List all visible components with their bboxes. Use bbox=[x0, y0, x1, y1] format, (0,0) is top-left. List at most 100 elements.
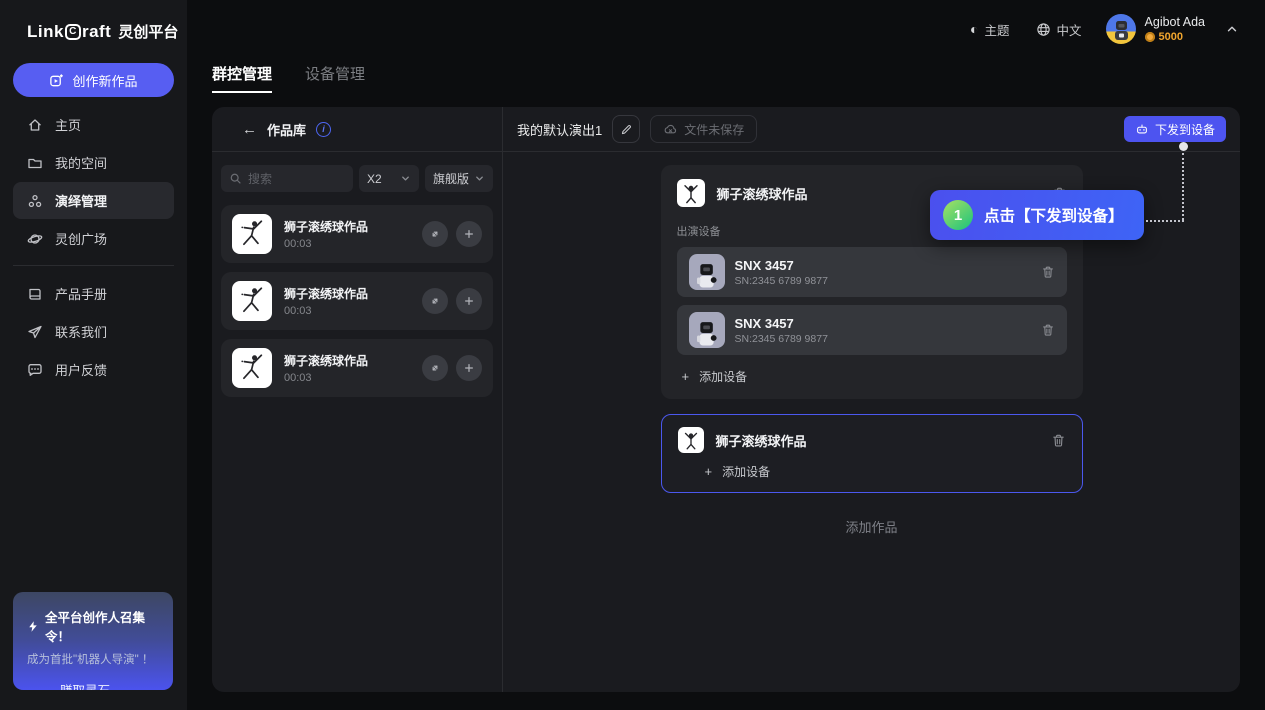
sidebar-item-manual[interactable]: 产品手册 bbox=[13, 275, 174, 312]
sidebar-item-label: 产品手册 bbox=[55, 284, 107, 303]
paper-plane-icon bbox=[27, 324, 43, 340]
sidebar-item-performance-mgmt[interactable]: 演绎管理 bbox=[13, 182, 174, 219]
expand-button[interactable] bbox=[422, 221, 448, 247]
main-tabs: 群控管理 设备管理 bbox=[212, 63, 365, 93]
brand-logo: LinkCraft 灵创平台 bbox=[0, 0, 187, 42]
search-box[interactable] bbox=[221, 165, 353, 192]
work-thumbnail bbox=[677, 179, 705, 207]
device-name: SNX 3457 bbox=[735, 258, 1041, 273]
add-to-stage-button[interactable] bbox=[456, 221, 482, 247]
device-row[interactable]: SNX 3457 SN:2345 6789 9877 bbox=[677, 305, 1067, 355]
work-info: 狮子滚绣球作品 00:03 bbox=[284, 218, 414, 250]
sidebar-item-label: 灵创广场 bbox=[55, 229, 107, 248]
chevron-down-icon bbox=[400, 173, 411, 184]
trash-icon[interactable] bbox=[1041, 323, 1055, 337]
edition-filter-dropdown[interactable]: 旗舰版 bbox=[425, 165, 493, 192]
language-label: 中文 bbox=[1057, 20, 1082, 39]
chat-bubble-icon bbox=[27, 362, 43, 378]
library-item[interactable]: 狮子滚绣球作品 00:03 bbox=[221, 272, 493, 330]
show-title: 我的默认演出1 bbox=[517, 120, 602, 139]
coin-balance: 5000 bbox=[1145, 31, 1205, 43]
sidebar-divider bbox=[13, 265, 174, 266]
globe-icon bbox=[1036, 22, 1051, 37]
add-to-stage-button[interactable] bbox=[456, 288, 482, 314]
connector-horizontal-line bbox=[1146, 220, 1184, 222]
work-title: 狮子滚绣球作品 bbox=[284, 352, 414, 369]
sidebar-item-home[interactable]: 主页 bbox=[13, 106, 174, 143]
add-device-button[interactable]: + 添加设备 bbox=[678, 463, 1066, 480]
sidebar-nav-main: 主页 我的空间 演绎管理 灵创广场 bbox=[0, 106, 187, 257]
create-work-button[interactable]: 创作新作品 bbox=[13, 63, 174, 97]
speed-filter-dropdown[interactable]: X2 bbox=[359, 165, 419, 192]
deploy-label: 下发到设备 bbox=[1155, 121, 1215, 138]
sidebar-item-label: 联系我们 bbox=[55, 322, 107, 341]
coin-icon bbox=[1145, 32, 1155, 42]
search-input[interactable] bbox=[248, 172, 338, 186]
brand-logo-text: LinkCraft bbox=[27, 22, 111, 42]
device-serial: SN:2345 6789 9877 bbox=[735, 333, 1041, 345]
work-duration: 00:03 bbox=[284, 305, 414, 317]
theme-label: 主题 bbox=[985, 20, 1010, 39]
tab-group-control[interactable]: 群控管理 bbox=[212, 63, 272, 93]
speed-filter-value: X2 bbox=[367, 172, 382, 186]
device-name: SNX 3457 bbox=[735, 316, 1041, 331]
video-create-icon bbox=[49, 73, 64, 88]
earn-gems-button[interactable]: 赚取灵石 → bbox=[13, 680, 173, 690]
app-root: LinkCraft 灵创平台 创作新作品 主页 bbox=[0, 0, 1265, 710]
library-item[interactable]: 狮子滚绣球作品 00:03 bbox=[221, 205, 493, 263]
edit-title-button[interactable] bbox=[612, 115, 640, 143]
language-switcher[interactable]: 中文 bbox=[1036, 20, 1082, 39]
sidebar-item-my-space[interactable]: 我的空间 bbox=[13, 144, 174, 181]
connector-dot bbox=[1179, 142, 1188, 151]
group-dots-icon bbox=[27, 193, 43, 209]
plus-icon: + bbox=[682, 369, 690, 384]
promo-subtitle: 成为首批"机器人导演" ！ bbox=[27, 651, 159, 667]
info-icon[interactable]: i bbox=[316, 122, 331, 137]
device-info: SNX 3457 SN:2345 6789 9877 bbox=[735, 258, 1041, 287]
add-device-label: 添加设备 bbox=[722, 463, 770, 480]
sidebar-item-contact[interactable]: 联系我们 bbox=[13, 313, 174, 350]
trash-icon[interactable] bbox=[1041, 265, 1055, 279]
device-avatar bbox=[689, 254, 725, 290]
book-icon bbox=[27, 286, 43, 302]
add-to-stage-button[interactable] bbox=[456, 355, 482, 381]
add-device-label: 添加设备 bbox=[699, 368, 747, 385]
tab-device-mgmt[interactable]: 设备管理 bbox=[305, 63, 365, 93]
sidebar-item-label: 用户反馈 bbox=[55, 360, 107, 379]
expand-button[interactable] bbox=[422, 288, 448, 314]
plus-icon: + bbox=[705, 464, 713, 479]
library-filters: X2 旗舰版 bbox=[212, 152, 502, 192]
sidebar-item-label: 主页 bbox=[55, 115, 81, 134]
expand-button[interactable] bbox=[422, 355, 448, 381]
planet-icon bbox=[27, 231, 43, 247]
sidebar-nav-secondary: 产品手册 联系我们 用户反馈 bbox=[0, 275, 187, 388]
back-arrow-icon[interactable]: ← bbox=[242, 121, 257, 138]
stage-work-card-selected[interactable]: 狮子滚绣球作品 + 添加设备 bbox=[661, 414, 1083, 493]
tooltip-text: 点击【下发到设备】 bbox=[984, 204, 1124, 226]
pencil-icon bbox=[620, 123, 633, 136]
robot-icon bbox=[1135, 122, 1149, 136]
work-title: 狮子滚绣球作品 bbox=[716, 431, 807, 450]
bolt-icon bbox=[27, 620, 39, 633]
device-avatar bbox=[689, 312, 725, 348]
brand-c-icon: C bbox=[65, 24, 81, 40]
add-device-button[interactable]: + 添加设备 bbox=[677, 368, 1067, 385]
work-title: 狮子滚绣球作品 bbox=[284, 285, 414, 302]
trash-icon[interactable] bbox=[1051, 433, 1066, 448]
user-avatar[interactable] bbox=[1106, 14, 1136, 44]
sidebar-item-plaza[interactable]: 灵创广场 bbox=[13, 220, 174, 257]
cloud-off-icon bbox=[663, 122, 678, 137]
brand-logo-cn: 灵创平台 bbox=[118, 21, 178, 42]
sidebar-item-feedback[interactable]: 用户反馈 bbox=[13, 351, 174, 388]
sidebar-item-label: 演绎管理 bbox=[55, 191, 107, 210]
deploy-to-device-button[interactable]: 下发到设备 bbox=[1124, 116, 1226, 142]
add-work-button[interactable]: 添加作品 bbox=[845, 517, 897, 536]
chevron-up-icon[interactable] bbox=[1225, 22, 1239, 36]
library-title: 作品库 bbox=[267, 120, 306, 139]
device-row[interactable]: SNX 3457 SN:2345 6789 9877 bbox=[677, 247, 1067, 297]
edition-filter-value: 旗舰版 bbox=[433, 170, 469, 187]
promo-title-row: 全平台创作人召集令！ bbox=[27, 607, 159, 645]
library-item[interactable]: 狮子滚绣球作品 00:03 bbox=[221, 339, 493, 397]
theme-toggle[interactable]: ◐ 主题 bbox=[970, 20, 1009, 39]
work-thumbnail bbox=[232, 214, 272, 254]
